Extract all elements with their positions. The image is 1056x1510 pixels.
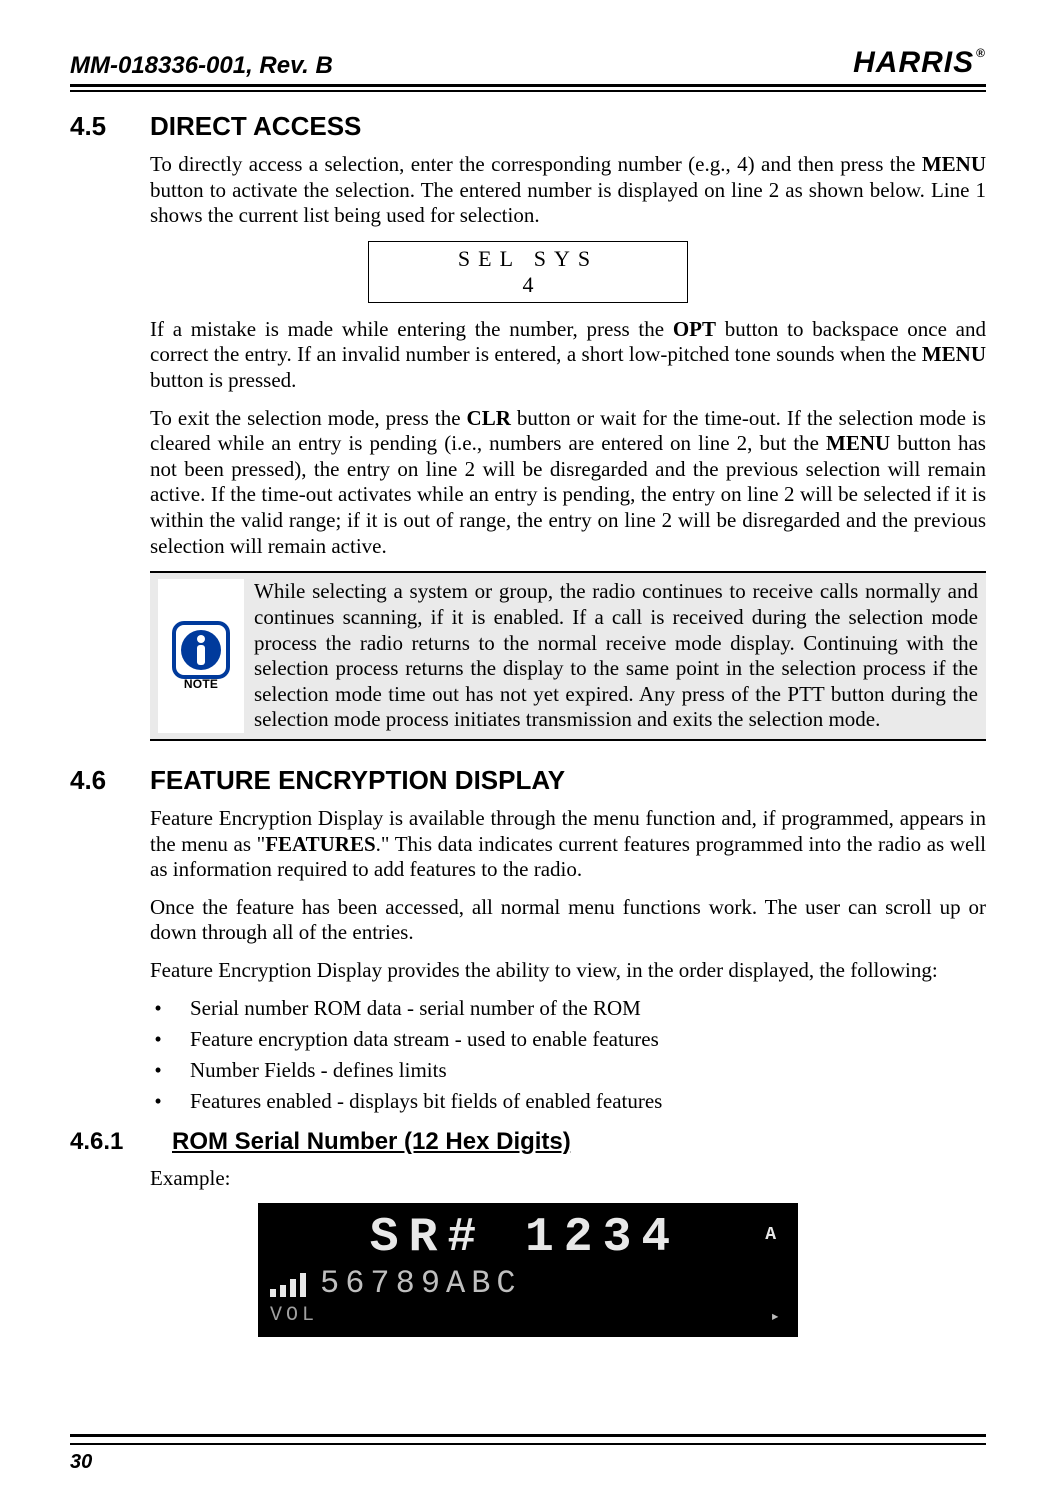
lcd-row-3: VOL ▸ <box>270 1304 780 1327</box>
subsection-number: 4.6.1 <box>70 1128 126 1156</box>
note-text: While selecting a system or group, the r… <box>254 579 978 733</box>
vol-label: VOL <box>270 1304 318 1327</box>
lcd-row-1: SR# 1234 A <box>270 1211 780 1265</box>
section-number: 4.5 <box>70 111 126 142</box>
clr-key: CLR <box>467 406 511 430</box>
section-4-5-body: To directly access a selection, enter th… <box>150 152 986 229</box>
note-callout: NOTE While selecting a system or group, … <box>150 571 986 741</box>
brand-name: HARRIS <box>853 46 974 80</box>
page-number: 30 <box>70 1451 986 1474</box>
paragraph: To directly access a selection, enter th… <box>150 152 986 229</box>
document-id: MM-018336-001, Rev. B <box>70 52 333 80</box>
radio-lcd-display: SR# 1234 A 56789ABC VOL ▸ <box>258 1203 798 1337</box>
paragraph: Example: <box>150 1166 986 1192</box>
section-4-6-body: Feature Encryption Display is available … <box>150 806 986 984</box>
lcd-row-2-text: 56789ABC <box>320 1265 522 1302</box>
section-title: DIRECT ACCESS <box>150 111 361 142</box>
lcd-indicator: A <box>765 1225 776 1245</box>
section-number: 4.6 <box>70 765 126 796</box>
section-heading-4-6: 4.6 FEATURE ENCRYPTION DISPLAY <box>70 765 986 796</box>
paragraph: Feature Encryption Display provides the … <box>150 958 986 984</box>
features-key: FEATURES <box>265 832 375 856</box>
paragraph: Once the feature has been accessed, all … <box>150 895 986 946</box>
list-item: •Number Fields - defines limits <box>150 1058 986 1083</box>
menu-key: MENU <box>922 152 986 176</box>
arrow-icon: ▸ <box>770 1306 780 1326</box>
registered-mark: ® <box>976 46 986 60</box>
signal-bars-icon <box>270 1271 306 1297</box>
example-label: Example: <box>150 1166 986 1192</box>
bullet-icon: • <box>150 1058 166 1083</box>
note-icon-container: NOTE <box>158 579 244 733</box>
lcd-row-2: 56789ABC <box>270 1265 780 1302</box>
brand-logo: HARRIS® <box>853 46 986 80</box>
list-item: •Serial number ROM data - serial number … <box>150 996 986 1021</box>
page-header: MM-018336-001, Rev. B HARRIS® <box>70 46 986 87</box>
lcd-line-1: SEL SYS <box>369 246 687 272</box>
note-label: NOTE <box>184 677 218 692</box>
section-title: FEATURE ENCRYPTION DISPLAY <box>150 765 565 796</box>
list-item: •Features enabled - displays bit fields … <box>150 1089 986 1114</box>
subsection-heading-4-6-1: 4.6.1 ROM Serial Number (12 Hex Digits) <box>70 1128 986 1156</box>
list-item: •Feature encryption data stream - used t… <box>150 1027 986 1052</box>
menu-key: MENU <box>826 431 890 455</box>
section-heading-4-5: 4.5 DIRECT ACCESS <box>70 111 986 142</box>
lcd-line-2: 4 <box>369 272 687 298</box>
bullet-icon: • <box>150 1089 166 1114</box>
lcd-text-box: SEL SYS 4 <box>368 241 688 303</box>
section-4-5-body-cont: If a mistake is made while entering the … <box>150 317 986 559</box>
subsection-title: ROM Serial Number (12 Hex Digits) <box>172 1128 571 1156</box>
info-icon <box>172 621 230 679</box>
bullet-icon: • <box>150 996 166 1021</box>
bullet-list: •Serial number ROM data - serial number … <box>150 996 986 1114</box>
opt-key: OPT <box>673 317 716 341</box>
page-footer: 30 <box>70 1434 986 1474</box>
divider <box>70 1443 986 1445</box>
page: MM-018336-001, Rev. B HARRIS® 4.5 DIRECT… <box>0 0 1056 1510</box>
paragraph: To exit the selection mode, press the CL… <box>150 406 986 560</box>
bullet-icon: • <box>150 1027 166 1052</box>
menu-key: MENU <box>922 342 986 366</box>
paragraph: If a mistake is made while entering the … <box>150 317 986 394</box>
paragraph: Feature Encryption Display is available … <box>150 806 986 883</box>
divider <box>70 1434 986 1443</box>
